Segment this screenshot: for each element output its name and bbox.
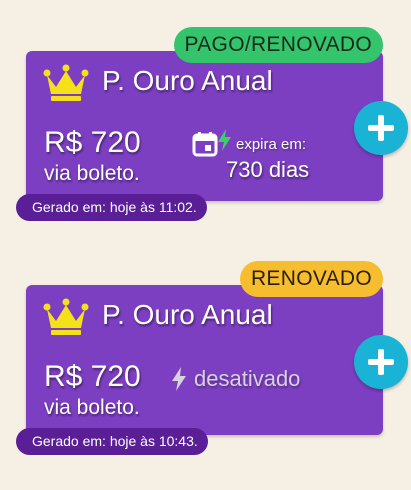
expire-label: expira em:	[236, 136, 307, 153]
add-button[interactable]	[354, 335, 408, 389]
disabled-label: desativado	[194, 366, 301, 391]
payment-method: via boleto.	[44, 396, 140, 419]
plan-card[interactable]: RENOVADO P. Ouro Anual R$ 720 via boleto…	[16, 261, 383, 455]
plan-title: P. Ouro Anual	[102, 299, 273, 330]
price: R$ 720	[44, 126, 141, 159]
calendar-icon	[192, 132, 218, 157]
generated-timestamp: Gerado em: hoje às 10:43.	[16, 428, 208, 455]
plus-icon	[368, 349, 394, 375]
bolt-icon	[218, 129, 231, 151]
plus-icon	[368, 115, 394, 141]
expiration-info: expira em: 730 dias	[192, 129, 362, 189]
crown-icon	[43, 64, 89, 101]
payment-method: via boleto.	[44, 162, 140, 185]
generated-timestamp: Gerado em: hoje às 11:02.	[16, 194, 207, 221]
bolt-icon	[172, 367, 186, 391]
crown-icon	[43, 298, 89, 335]
price: R$ 720	[44, 360, 141, 393]
plan-title: P. Ouro Anual	[102, 65, 273, 96]
plan-card[interactable]: PAGO/RENOVADO P. Ouro Anual R$ 720 via b…	[16, 27, 383, 221]
status-badge: RENOVADO	[239, 261, 383, 297]
add-button[interactable]	[354, 101, 408, 155]
expire-days: 730 dias	[226, 157, 310, 182]
status-badge: PAGO/RENOVADO	[173, 27, 383, 63]
